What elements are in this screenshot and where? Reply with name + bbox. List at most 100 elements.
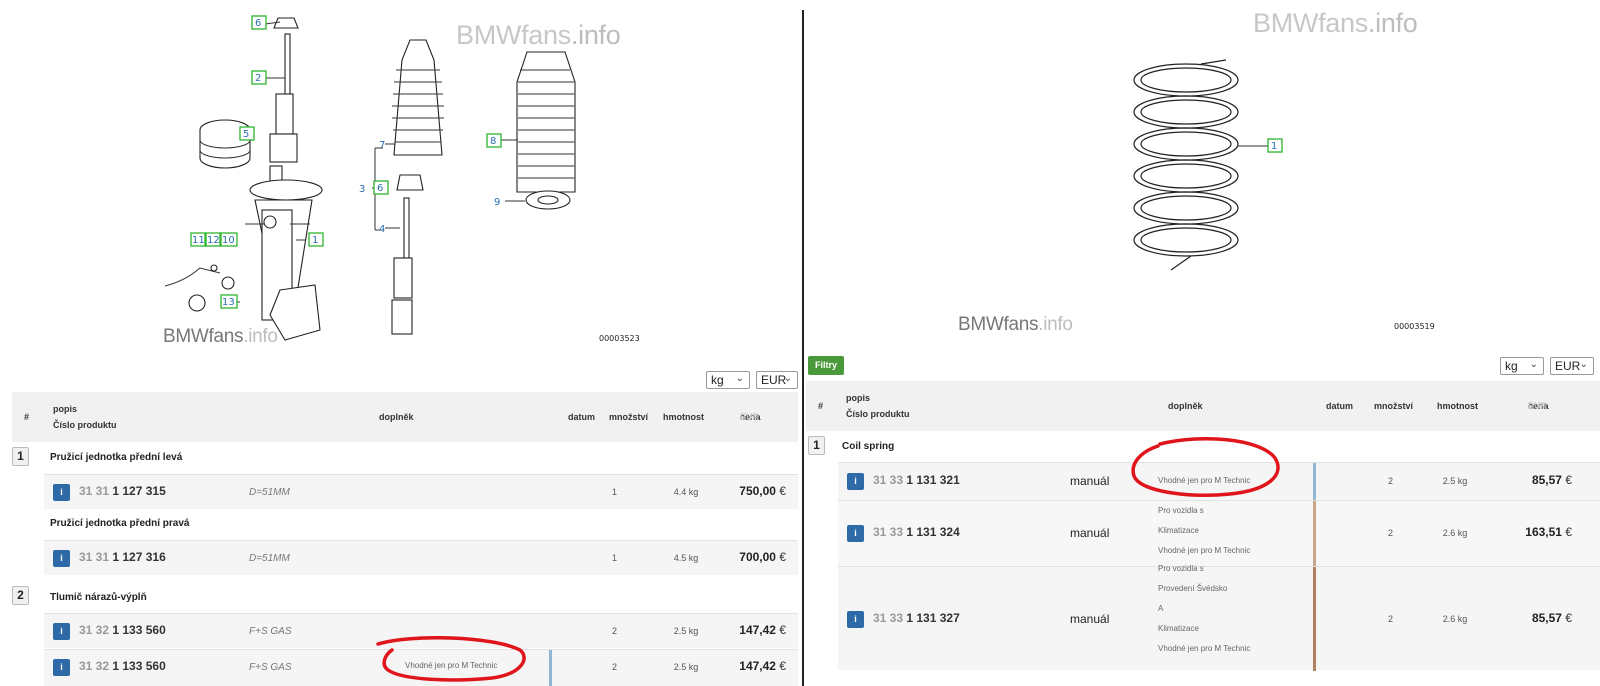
weight: 4.5 kg	[673, 553, 699, 563]
svg-text:4: 4	[379, 224, 385, 235]
quantity: 1	[612, 553, 618, 563]
unit-select[interactable]: kg ⌄	[706, 371, 750, 389]
spec-text: F+S GAS	[249, 626, 292, 637]
svg-text:12: 12	[207, 235, 220, 246]
callout-11[interactable]: 11	[190, 232, 206, 247]
svg-text:6: 6	[255, 18, 261, 29]
group-title: Coil spring	[842, 441, 895, 452]
callout-2[interactable]: 2	[251, 70, 267, 85]
svg-text:8: 8	[490, 136, 496, 147]
svg-text:13: 13	[222, 297, 235, 308]
filter-button[interactable]: Filtry	[808, 356, 844, 375]
callout-8[interactable]: 8	[486, 133, 502, 148]
price: 85,57 €	[1531, 611, 1572, 625]
part-number: 31 31 1 127 316	[79, 550, 166, 564]
manual-link[interactable]: manuál	[1070, 526, 1109, 540]
spring-diagram: 1	[1133, 59, 1283, 271]
group-number: 1	[12, 447, 29, 466]
part-number: 31 33 1 131 321	[873, 473, 960, 487]
price: 750,00 €	[739, 484, 786, 498]
table-header: # popis Číslo produktu doplněk datum mno…	[806, 381, 1600, 431]
info-button[interactable]: i	[53, 550, 70, 567]
info-button[interactable]: i	[53, 484, 70, 501]
manual-link[interactable]: manuál	[1070, 612, 1109, 626]
price: 147,42 €	[739, 623, 786, 637]
table-row[interactable]: i 31 33 1 131 327 manuál Pro vozidla s P…	[838, 564, 1600, 671]
spec-text: F+S GAS	[249, 662, 292, 673]
price: 147,42 €	[739, 659, 786, 673]
note-bar	[1313, 463, 1316, 501]
callout-4[interactable]: 4	[379, 224, 385, 235]
part-number: 31 32 1 133 560	[79, 659, 166, 673]
svg-text:1: 1	[1271, 141, 1277, 152]
callout-12[interactable]: 12	[205, 232, 221, 247]
quantity: 2	[612, 626, 618, 636]
weight: 4.4 kg	[673, 487, 699, 497]
callout-9[interactable]: 9	[494, 197, 500, 208]
table-row[interactable]: i 31 32 1 133 560 F+S GAS 2 2.5 kg 147,4…	[44, 613, 798, 648]
note-list: Pro vozidla s Klimatizace Vhodné jen pro…	[1158, 506, 1251, 555]
large-boot-drawing	[516, 51, 576, 210]
callout-6-mid[interactable]: 6	[373, 180, 389, 195]
left-parts-panel: BMWfans.info BMWfans.info 00003523 6 2 5…	[0, 0, 802, 686]
right-parts-panel: BMWfans.info BMWfans.info 00003519 1 Fil…	[806, 0, 1600, 686]
callout-3[interactable]: 3	[359, 184, 365, 195]
svg-text:1: 1	[312, 235, 318, 246]
table-header: # popis Číslo produktu doplněk datum mno…	[12, 392, 798, 442]
svg-text:7: 7	[379, 140, 385, 151]
table-row[interactable]: i 31 32 1 133 560 F+S GAS Vhodné jen pro…	[44, 649, 798, 686]
group-title: Pružicí jednotka přední pravá	[50, 518, 190, 529]
svg-text:5: 5	[243, 129, 249, 140]
weight: 2.6 kg	[1442, 614, 1468, 624]
table-row[interactable]: i 31 33 1 131 324 manuál Pro vozidla s K…	[838, 500, 1600, 567]
callout-5[interactable]: 5	[239, 126, 255, 141]
group-number: 1	[808, 436, 825, 455]
weight: 2.6 kg	[1442, 528, 1468, 538]
group-title: Pružicí jednotka přední levá	[50, 452, 183, 463]
group-title: Tlumič nárazů-výplň	[50, 592, 147, 603]
weight: 2.5 kg	[1442, 476, 1468, 486]
spec-text: D=51MM	[249, 487, 290, 498]
callout-1[interactable]: 1	[1267, 138, 1283, 153]
svg-text:3: 3	[359, 184, 365, 195]
table-row[interactable]: i 31 31 1 127 316 D=51MM 1 4.5 kg 700,00…	[44, 540, 798, 575]
part-number: 31 31 1 127 315	[79, 484, 166, 498]
svg-text:9: 9	[494, 197, 500, 208]
weight: 2.5 kg	[673, 662, 699, 672]
price: 85,57 €	[1531, 473, 1572, 487]
callout-10[interactable]: 10	[220, 232, 238, 247]
callout-1[interactable]: 1	[308, 232, 324, 247]
note-text: Vhodné jen pro M Technic	[405, 661, 498, 670]
table-row[interactable]: i 31 31 1 127 315 D=51MM 1 4.4 kg 750,00…	[44, 474, 798, 509]
callout-7[interactable]: 7	[379, 140, 385, 151]
price: 700,00 €	[739, 550, 786, 564]
callout-6-top[interactable]: 6	[251, 15, 267, 30]
info-button[interactable]: i	[847, 525, 864, 542]
part-number: 31 33 1 131 324	[873, 525, 960, 539]
group-number: 2	[12, 586, 29, 605]
info-button[interactable]: i	[53, 623, 70, 640]
info-button[interactable]: i	[847, 473, 864, 490]
quantity: 2	[1388, 476, 1394, 486]
parts-diagram: 6 2 5 1 11 12 10 13 7 3 6 4 8 9	[164, 15, 576, 341]
info-button[interactable]: i	[847, 611, 864, 628]
manual-link[interactable]: manuál	[1070, 474, 1109, 488]
currency-select[interactable]: EUR ⌄	[1550, 357, 1594, 375]
coil-spring-drawing	[1133, 59, 1239, 271]
note-list: Pro vozidla s Provedení Švédsko A Klimat…	[1158, 564, 1251, 653]
price: 163,51 €	[1525, 525, 1572, 539]
currency-select[interactable]: EUR ⌄	[756, 371, 798, 389]
figure-number: 00003519	[1394, 322, 1435, 331]
info-button[interactable]: i	[53, 659, 70, 676]
svg-text:11: 11	[192, 235, 205, 246]
panel-divider	[802, 10, 804, 686]
part-number: 31 32 1 133 560	[79, 623, 166, 637]
part-number: 31 33 1 131 327	[873, 611, 960, 625]
svg-text:10: 10	[222, 235, 235, 246]
table-row[interactable]: i 31 33 1 131 321 manuál Vhodné jen pro …	[838, 462, 1600, 501]
note-bar	[549, 650, 552, 686]
strut-drawing	[164, 17, 323, 341]
unit-select[interactable]: kg ⌄	[1500, 357, 1544, 375]
svg-text:2: 2	[255, 73, 261, 84]
callout-13[interactable]: 13	[220, 294, 238, 309]
